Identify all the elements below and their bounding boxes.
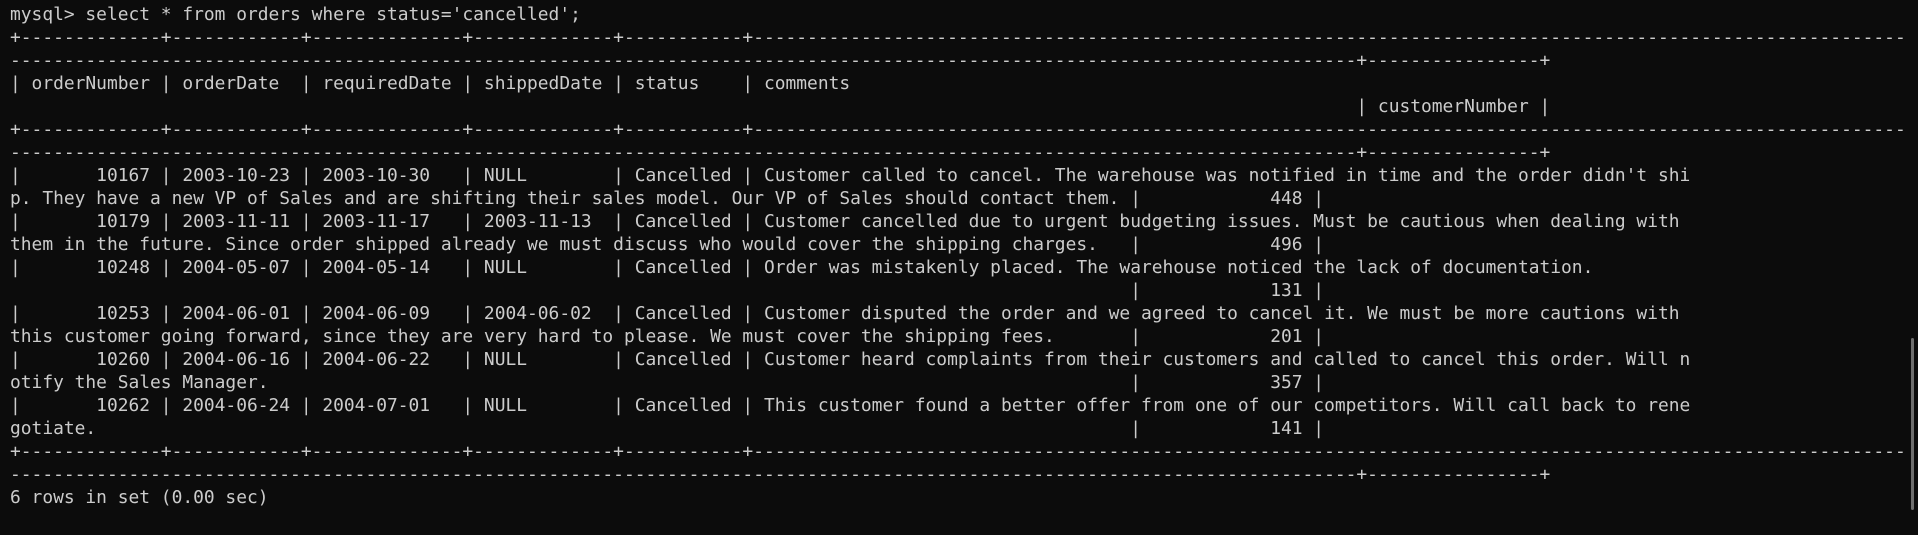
table-row: | 10262 | 2004-06-24 | 2004-07-01 | NULL…: [10, 395, 1691, 416]
table-border-top-part1: +-------------+------------+------------…: [10, 27, 1918, 48]
command-line: mysql> select * from orders where status…: [10, 4, 581, 25]
table-row-wrap: this customer going forward, since they …: [10, 326, 1325, 347]
table-row: | 10167 | 2003-10-23 | 2003-10-30 | NULL…: [10, 165, 1691, 186]
vertical-scrollbar[interactable]: [1904, 0, 1918, 535]
table-border-bottom-part2: ----------------------------------------…: [10, 464, 1551, 485]
terminal-window[interactable]: mysql> select * from orders where status…: [0, 0, 1918, 535]
table-row-wrap: otify the Sales Manager. | 357 |: [10, 372, 1325, 393]
table-header-border-part2: ----------------------------------------…: [10, 142, 1551, 163]
table-row: | 10179 | 2003-11-11 | 2003-11-17 | 2003…: [10, 211, 1680, 232]
terminal-output[interactable]: mysql> select * from orders where status…: [10, 3, 1918, 509]
table-header-row-wrap: | customerNumber |: [10, 96, 1551, 117]
table-row: | 10248 | 2004-05-07 | 2004-05-14 | NULL…: [10, 257, 1594, 278]
table-border-top-part2: ----------------------------------------…: [10, 50, 1551, 71]
table-header-row: | orderNumber | orderDate | requiredDate…: [10, 73, 851, 94]
result-summary: 6 rows in set (0.00 sec): [10, 487, 269, 508]
table-header-border-part1: +-------------+------------+------------…: [10, 119, 1918, 140]
table-row-wrap: them in the future. Since order shipped …: [10, 234, 1325, 255]
table-row-wrap: p. They have a new VP of Sales and are s…: [10, 188, 1325, 209]
table-row: | 10253 | 2004-06-01 | 2004-06-09 | 2004…: [10, 303, 1680, 324]
table-row-wrap: | 131 |: [10, 280, 1325, 301]
table-border-bottom-part1: +-------------+------------+------------…: [10, 441, 1918, 462]
table-row-wrap: gotiate. | 141 |: [10, 418, 1325, 439]
table-row: | 10260 | 2004-06-16 | 2004-06-22 | NULL…: [10, 349, 1691, 370]
scrollbar-thumb[interactable]: [1911, 338, 1914, 510]
